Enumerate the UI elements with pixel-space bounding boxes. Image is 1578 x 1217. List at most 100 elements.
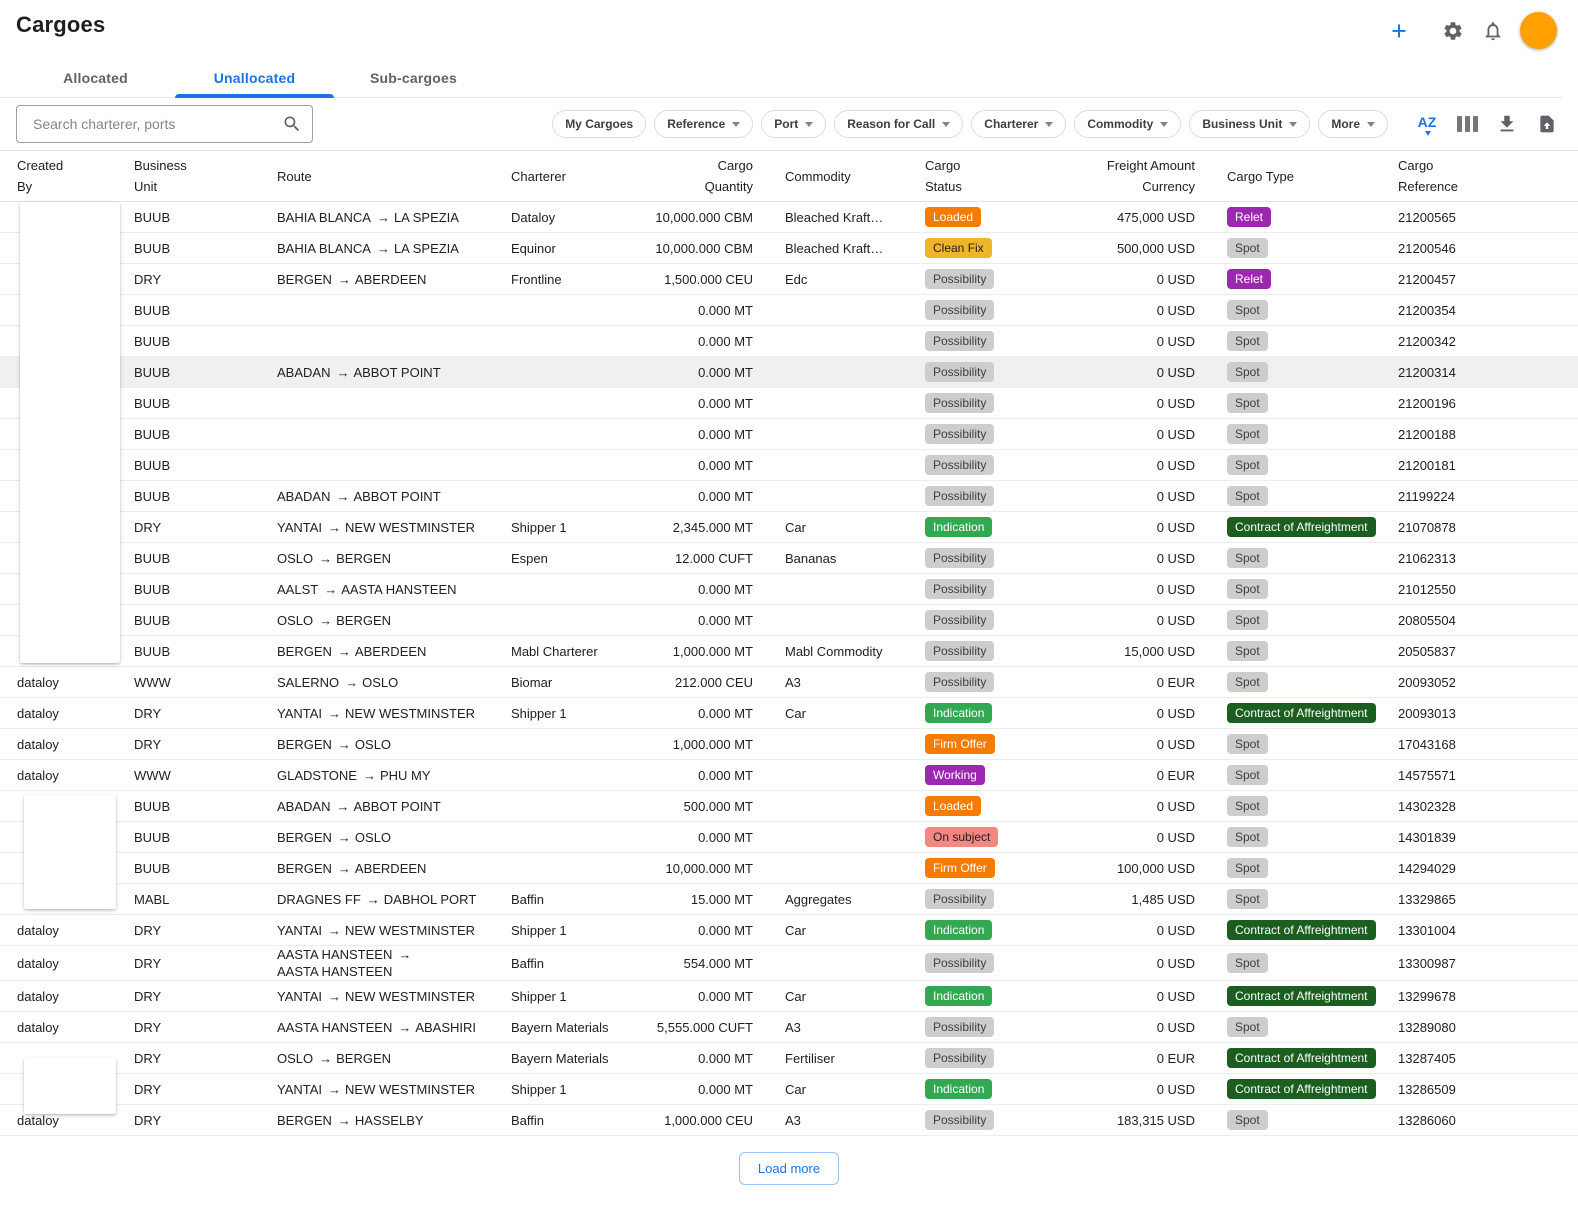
filter-chip-commodity[interactable]: Commodity bbox=[1074, 110, 1181, 138]
table-row[interactable]: MABLDRAGNES FF→DABHOL PORTBaffin15.000 M… bbox=[0, 884, 1578, 915]
chevron-down-icon bbox=[1367, 122, 1375, 127]
table-row[interactable]: BUUBAALST→AASTA HANSTEEN0.000 MTPossibil… bbox=[0, 574, 1578, 605]
filter-chip-reference[interactable]: Reference bbox=[654, 110, 753, 138]
filter-chip-my-cargoes[interactable]: My Cargoes bbox=[552, 110, 646, 138]
route-from: AASTA HANSTEEN→ bbox=[277, 1020, 415, 1035]
cell-cargo-reference: 20093013 bbox=[1382, 705, 1546, 722]
tab-sub-cargoes[interactable]: Sub-cargoes bbox=[334, 60, 493, 97]
table-row[interactable]: BUUBBAHIA BLANCA→LA SPEZIAEquinor10,000.… bbox=[0, 233, 1578, 264]
table-row[interactable]: dataloyDRYAASTA HANSTEEN→AASTA HANSTEENB… bbox=[0, 946, 1578, 981]
table-row[interactable]: dataloyDRYYANTAI→NEW WESTMINSTERShipper … bbox=[0, 981, 1578, 1012]
cell-freight-amount: 0 USD bbox=[1069, 988, 1211, 1005]
cell-freight-amount: 0 EUR bbox=[1069, 1050, 1211, 1067]
cell-business-unit: BUUB bbox=[118, 457, 261, 474]
table-row[interactable]: BUUBBERGEN→OSLO0.000 MTOn subject0 USDSp… bbox=[0, 822, 1578, 853]
route-to: LA SPEZIA bbox=[394, 210, 459, 225]
cargo-table: CreatedByBusinessUnitRouteChartererCargo… bbox=[0, 150, 1578, 1136]
table-row[interactable]: BUUB0.000 MTPossibility0 USDSpot21200188 bbox=[0, 419, 1578, 450]
cargo-status-badge: Indication bbox=[925, 703, 992, 723]
column-header-line: Currency bbox=[1085, 176, 1195, 197]
notifications-button[interactable] bbox=[1478, 16, 1508, 46]
cell-charterer: Baffin bbox=[495, 955, 625, 972]
cargoes-page: Cargoes + AllocatedUnallocatedSub-cargoe… bbox=[0, 0, 1578, 1217]
table-row[interactable]: dataloyWWWSALERNO→OSLOBiomar212.000 CEUA… bbox=[0, 667, 1578, 698]
cargo-status-badge: Indication bbox=[925, 1079, 992, 1099]
cargo-status-badge: Possibility bbox=[925, 393, 994, 413]
cell-freight-amount: 0 USD bbox=[1069, 519, 1211, 536]
cargo-status-badge: Clean Fix bbox=[925, 238, 992, 258]
table-row[interactable]: dataloyDRYBERGEN→HASSELBYBaffin1,000.000… bbox=[0, 1105, 1578, 1136]
table-row[interactable]: dataloyDRYAASTA HANSTEEN→ABASHIRIBayern … bbox=[0, 1012, 1578, 1043]
cell-created-by: dataloy bbox=[0, 736, 118, 753]
load-more-button[interactable]: Load more bbox=[739, 1152, 839, 1185]
download-button[interactable] bbox=[1492, 109, 1522, 139]
cell-cargo-reference: 21200546 bbox=[1382, 240, 1546, 257]
table-row[interactable]: BUUBABADAN→ABBOT POINT0.000 MTPossibilit… bbox=[0, 481, 1578, 512]
route-arrow-icon: → bbox=[336, 364, 349, 381]
filter-chip-business-unit[interactable]: Business Unit bbox=[1189, 110, 1310, 138]
filter-chip-charterer[interactable]: Charterer bbox=[971, 110, 1066, 138]
cell-cargo-reference: 21199224 bbox=[1382, 488, 1546, 505]
cell-cargo-type: Spot bbox=[1211, 765, 1382, 785]
table-row[interactable]: dataloyDRYYANTAI→NEW WESTMINSTERShipper … bbox=[0, 698, 1578, 729]
table-row[interactable]: BUUBBERGEN→ABERDEEN10,000.000 MTFirm Off… bbox=[0, 853, 1578, 884]
table-row[interactable]: dataloyDRYBERGEN→OSLO1,000.000 MTFirm Of… bbox=[0, 729, 1578, 760]
cell-cargo-quantity: 0.000 MT bbox=[625, 988, 769, 1005]
columns-button[interactable] bbox=[1452, 109, 1482, 139]
cell-cargo-reference: 13300987 bbox=[1382, 955, 1546, 972]
route-arrow-icon: → bbox=[319, 612, 332, 629]
filter-chip-port[interactable]: Port bbox=[761, 110, 826, 138]
table-row[interactable]: BUUB0.000 MTPossibility0 USDSpot21200181 bbox=[0, 450, 1578, 481]
table-row[interactable]: BUUB0.000 MTPossibility0 USDSpot21200196 bbox=[0, 388, 1578, 419]
table-row[interactable]: DRYYANTAI→NEW WESTMINSTERShipper 10.000 … bbox=[0, 1074, 1578, 1105]
cell-route: YANTAI→NEW WESTMINSTER bbox=[261, 922, 495, 939]
table-row[interactable]: BUUB0.000 MTPossibility0 USDSpot21200342 bbox=[0, 326, 1578, 357]
user-avatar[interactable] bbox=[1520, 12, 1557, 49]
table-row[interactable]: dataloyDRYYANTAI→NEW WESTMINSTERShipper … bbox=[0, 915, 1578, 946]
table-row[interactable]: BUUBOSLO→BERGENEspen12.000 CUFTBananasPo… bbox=[0, 543, 1578, 574]
cell-cargo-status: Possibility bbox=[909, 1110, 1069, 1130]
filter-chip-more[interactable]: More bbox=[1318, 110, 1388, 138]
table-row[interactable]: dataloyWWWGLADSTONE→PHU MY0.000 MTWorkin… bbox=[0, 760, 1578, 791]
table-row[interactable]: BUUBBAHIA BLANCA→LA SPEZIADataloy10,000.… bbox=[0, 202, 1578, 233]
tab-unallocated[interactable]: Unallocated bbox=[175, 60, 334, 97]
route-from: AASTA HANSTEEN→ bbox=[277, 947, 415, 962]
route-to: BERGEN bbox=[336, 551, 391, 566]
cell-cargo-reference: 13286060 bbox=[1382, 1112, 1546, 1129]
settings-button[interactable] bbox=[1438, 16, 1468, 46]
table-row[interactable]: DRYOSLO→BERGENBayern Materials0.000 MTFe… bbox=[0, 1043, 1578, 1074]
cell-business-unit: MABL bbox=[118, 891, 261, 908]
cell-route: DRAGNES FF→DABHOL PORT bbox=[261, 891, 495, 908]
cell-cargo-status: Indication bbox=[909, 986, 1069, 1006]
cell-route: OSLO→BERGEN bbox=[261, 612, 495, 629]
filter-chip-reason-for-call[interactable]: Reason for Call bbox=[834, 110, 963, 138]
cargo-status-badge: Loaded bbox=[925, 207, 981, 227]
column-header-route: Route bbox=[261, 166, 495, 187]
cell-created-by: dataloy bbox=[0, 1112, 118, 1129]
cell-cargo-type: Spot bbox=[1211, 455, 1382, 475]
route-from: BERGEN→ bbox=[277, 644, 355, 659]
cell-business-unit: WWW bbox=[118, 674, 261, 691]
table-row[interactable]: BUUBBERGEN→ABERDEENMabl Charterer1,000.0… bbox=[0, 636, 1578, 667]
tab-allocated[interactable]: Allocated bbox=[16, 60, 175, 97]
cargo-type-badge: Spot bbox=[1227, 827, 1268, 847]
table-row[interactable]: BUUB0.000 MTPossibility0 USDSpot21200354 bbox=[0, 295, 1578, 326]
table-row[interactable]: DRYBERGEN→ABERDEENFrontline1,500.000 CEU… bbox=[0, 264, 1578, 295]
cell-created-by: dataloy bbox=[0, 955, 118, 972]
sort-button[interactable]: AZ bbox=[1412, 109, 1442, 139]
table-row[interactable]: BUUBOSLO→BERGEN0.000 MTPossibility0 USDS… bbox=[0, 605, 1578, 636]
table-row[interactable]: BUUBABADAN→ABBOT POINT0.000 MTPossibilit… bbox=[0, 357, 1578, 388]
cell-freight-amount: 0 USD bbox=[1069, 612, 1211, 629]
cargo-type-badge: Spot bbox=[1227, 641, 1268, 661]
cell-freight-amount: 475,000 USD bbox=[1069, 209, 1211, 226]
export-button[interactable] bbox=[1532, 109, 1562, 139]
cell-cargo-quantity: 0.000 MT bbox=[625, 705, 769, 722]
route-to: ABASHIRI bbox=[415, 1020, 476, 1035]
table-row[interactable]: DRYYANTAI→NEW WESTMINSTERShipper 12,345.… bbox=[0, 512, 1578, 543]
cell-business-unit: DRY bbox=[118, 988, 261, 1005]
route-to: NEW WESTMINSTER bbox=[345, 706, 475, 721]
add-button[interactable]: + bbox=[1384, 16, 1414, 46]
cell-cargo-status: Possibility bbox=[909, 641, 1069, 661]
table-row[interactable]: BUUBABADAN→ABBOT POINT500.000 MTLoaded0 … bbox=[0, 791, 1578, 822]
search-input[interactable] bbox=[31, 115, 282, 133]
